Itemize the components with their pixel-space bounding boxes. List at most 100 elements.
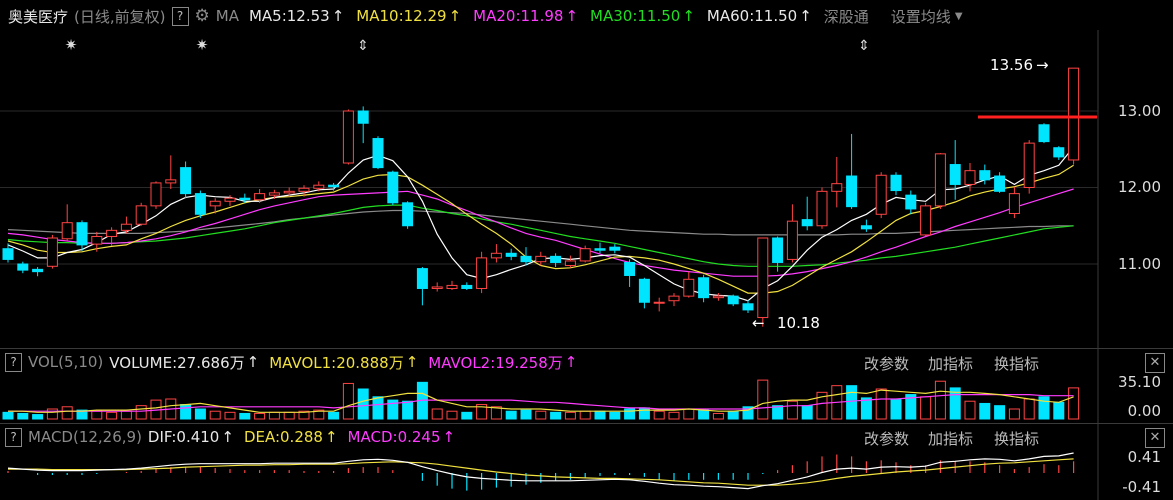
candle-body (535, 255, 547, 263)
candle-body (550, 255, 562, 263)
candle-body (964, 170, 976, 185)
volume-bar (372, 396, 384, 420)
candle-body (905, 194, 917, 210)
price-tick-label: 13.00 (1118, 102, 1161, 120)
candle-body (239, 197, 251, 201)
candle-body (772, 237, 784, 263)
candle-body (150, 182, 162, 207)
macd-tick-label: 0.41 (1128, 448, 1161, 466)
candle-body (461, 284, 473, 289)
volume-bar (1008, 408, 1020, 420)
volume-bar (446, 410, 458, 420)
candle-body (313, 184, 325, 189)
volume-bar (268, 411, 280, 420)
candle-body (1053, 147, 1065, 158)
candle-body (476, 257, 488, 289)
volume-tick-label: 0.00 (1128, 402, 1161, 420)
volume-bar (727, 410, 739, 420)
candle-body (831, 183, 843, 192)
candle-body (1038, 124, 1050, 143)
candle-body (653, 301, 665, 304)
candle-body (224, 197, 236, 202)
candle-body (357, 110, 369, 124)
volume-bar (550, 411, 562, 420)
volume-bar (2, 411, 14, 420)
candle-body (1008, 193, 1020, 215)
candle-body (949, 164, 961, 185)
candle-body (683, 278, 695, 297)
candle-body (17, 263, 29, 271)
volume-bar (46, 408, 58, 420)
high-arrow-icon: → (1036, 56, 1049, 74)
candle-body (46, 237, 58, 267)
volume-bar (239, 412, 251, 420)
candle-body (638, 278, 650, 303)
volume-bar (224, 411, 236, 420)
volume-bar (564, 411, 576, 420)
candle-body (120, 223, 132, 231)
dividend-marker-icon[interactable]: ⇕ (357, 38, 369, 54)
volume-bar (934, 380, 946, 420)
volume-bar (17, 412, 29, 420)
candle-body (490, 252, 502, 259)
volume-bar (801, 405, 813, 420)
volume-bar (920, 396, 932, 420)
volume-bar (846, 385, 858, 420)
candle-body (757, 237, 769, 319)
price-tick-label: 12.00 (1118, 178, 1161, 196)
volume-bar (683, 408, 695, 420)
volume-bar (194, 408, 206, 420)
volume-bar (890, 398, 902, 420)
candle-body (372, 138, 384, 169)
volume-bar (579, 410, 591, 420)
volume-bar (32, 414, 44, 420)
candle-body (564, 260, 576, 267)
volume-bar (328, 411, 340, 420)
volume-bar (668, 411, 680, 420)
candle-body (609, 246, 621, 251)
volume-bar (1068, 387, 1080, 420)
dividend-marker-icon[interactable]: ⇕ (858, 38, 870, 54)
volume-bar (135, 405, 147, 420)
volume-bar (535, 410, 547, 420)
volume-bar (594, 410, 606, 420)
candle-body (801, 219, 813, 227)
volume-bar (209, 410, 221, 420)
volume-tick-label: 35.10 (1118, 373, 1161, 391)
volume-bar (698, 409, 710, 420)
volume-bar (757, 379, 769, 420)
candle-body (920, 205, 932, 236)
volume-bar (283, 411, 295, 420)
candle-body (520, 255, 532, 263)
volume-bar (342, 382, 354, 420)
volume-bar (772, 405, 784, 420)
ma5-line (7, 146, 1075, 302)
candle-body (387, 171, 399, 204)
volume-bar (91, 410, 103, 420)
volume-bar (61, 406, 73, 420)
candle-body (342, 110, 354, 164)
candle-body (698, 277, 710, 299)
stock-chart[interactable]: ✷ ✷ ⇕ ⇕ 13.56 → ← 10.18 13.00 12.00 11.0… (0, 0, 1173, 500)
candle-body (846, 175, 858, 208)
candle-body (431, 286, 443, 289)
volume-bar (609, 411, 621, 420)
candle-body (268, 192, 280, 196)
volume-bar (979, 402, 991, 420)
candle-body (298, 187, 310, 192)
volume-bar (180, 404, 192, 420)
candle-body (875, 174, 887, 215)
candle-body (860, 225, 872, 230)
candle-body (135, 205, 147, 225)
price-tick-label: 11.00 (1118, 255, 1161, 273)
candle-body (106, 229, 118, 237)
volume-bar (786, 400, 798, 420)
event-marker-icon[interactable]: ✷ (65, 36, 78, 54)
candle-body (209, 200, 221, 207)
volume-bar (964, 400, 976, 420)
candle-body (180, 167, 192, 195)
ma10-line (7, 164, 1074, 294)
low-arrow-icon: ← (752, 314, 765, 332)
volume-bar (120, 410, 132, 420)
event-marker-icon[interactable]: ✷ (196, 36, 209, 54)
